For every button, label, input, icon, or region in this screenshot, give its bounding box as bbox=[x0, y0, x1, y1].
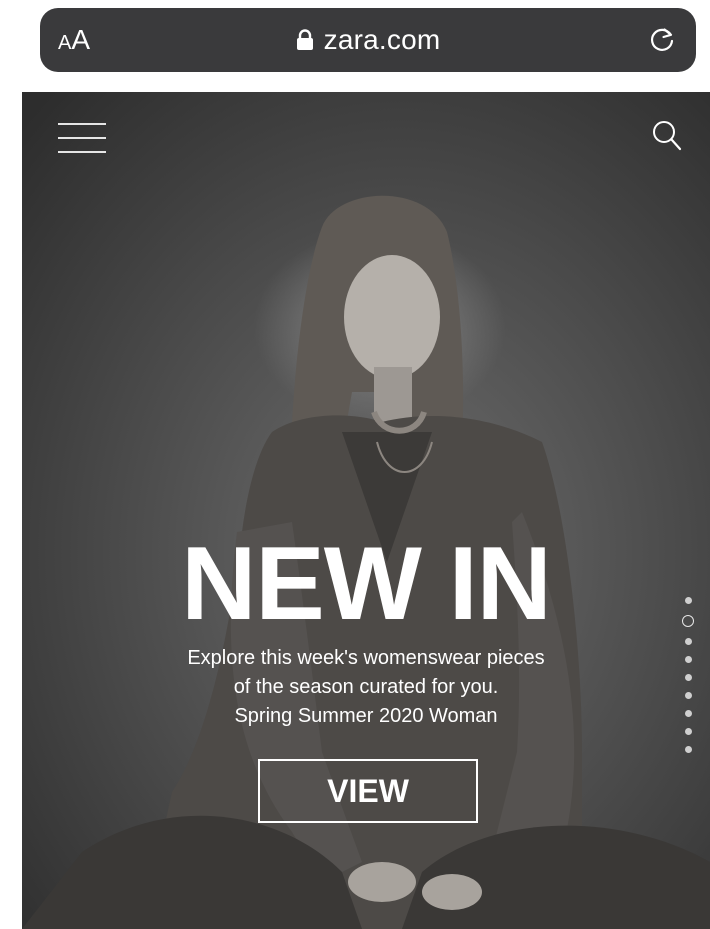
slide-dot[interactable] bbox=[684, 728, 692, 735]
hero-description-line: Spring Summer 2020 Woman bbox=[234, 705, 498, 727]
slide-dot[interactable] bbox=[684, 638, 692, 645]
text-size-button[interactable]: AA bbox=[58, 8, 90, 72]
reload-icon[interactable] bbox=[646, 24, 678, 56]
hamburger-menu-icon[interactable] bbox=[58, 122, 106, 154]
slide-dot[interactable] bbox=[684, 710, 692, 717]
hero-description-line: of the season curated for you. bbox=[233, 676, 499, 698]
slide-dot-active[interactable] bbox=[682, 615, 694, 627]
view-button[interactable]: VIEW bbox=[258, 759, 478, 823]
slide-dot[interactable] bbox=[684, 746, 692, 753]
page: AA zara.com NEW IN Explore this week's w… bbox=[0, 0, 710, 929]
slide-dot[interactable] bbox=[684, 656, 692, 663]
hero-banner[interactable]: NEW IN Explore this week's womenswear pi… bbox=[22, 92, 710, 929]
hero-headline: NEW IN bbox=[181, 526, 552, 642]
slide-dot[interactable] bbox=[684, 674, 692, 681]
browser-address-bar: AA zara.com bbox=[40, 8, 696, 72]
slide-dot[interactable] bbox=[684, 692, 692, 699]
slide-pagination bbox=[678, 597, 698, 764]
lock-icon bbox=[296, 29, 313, 50]
text-size-small-label: A bbox=[58, 32, 72, 54]
url-text[interactable]: zara.com bbox=[324, 24, 441, 56]
slide-dot[interactable] bbox=[684, 597, 692, 604]
text-size-large-label: A bbox=[71, 24, 91, 55]
search-icon[interactable] bbox=[652, 120, 682, 152]
url-display: zara.com bbox=[40, 8, 696, 72]
hero-description: Explore this week's womenswear pieces of… bbox=[22, 644, 710, 731]
hero-description-line: Explore this week's womenswear pieces bbox=[187, 647, 545, 669]
